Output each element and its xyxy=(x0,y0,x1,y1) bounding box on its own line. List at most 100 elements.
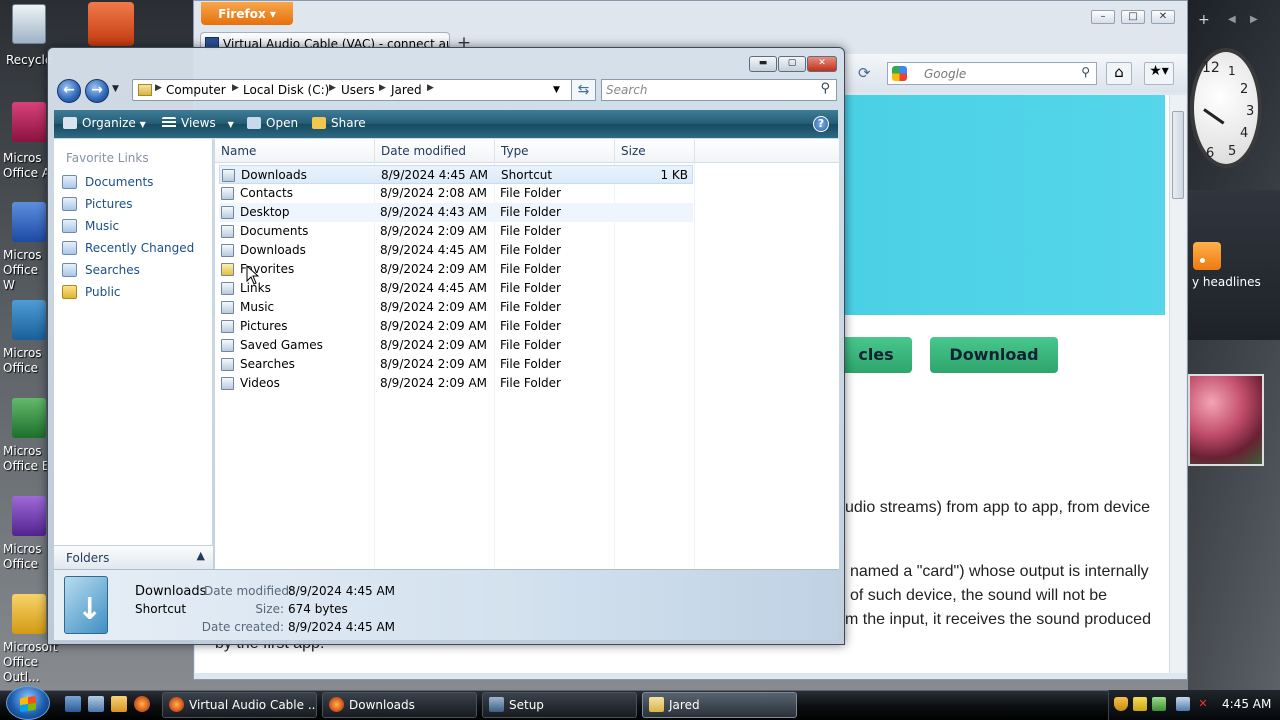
organize-button[interactable]: Organize ▼ xyxy=(63,116,146,130)
column-header-type[interactable]: Type xyxy=(501,144,529,158)
reload-icon[interactable]: ⟳ xyxy=(858,64,878,82)
file-row[interactable]: Documents 8/9/2024 2:09 AM File Folder xyxy=(219,222,693,241)
views-button[interactable]: Views ▼ xyxy=(162,116,234,130)
close-button[interactable]: ✕ xyxy=(807,56,837,72)
search-icon[interactable]: ⚲ xyxy=(1081,65,1090,79)
file-row[interactable]: Music 8/9/2024 2:09 AM File Folder xyxy=(219,298,693,317)
desktop-icon-recycle-bin[interactable]: Recycle xyxy=(0,0,52,70)
articles-button[interactable]: cles xyxy=(840,337,912,373)
minimize-button[interactable]: ▬ xyxy=(749,56,777,72)
open-label: Open xyxy=(266,116,299,130)
folders-label: Folders xyxy=(66,551,110,565)
file-row[interactable]: Pictures 8/9/2024 2:09 AM File Folder xyxy=(219,317,693,336)
volume-muted-icon[interactable]: ✕ xyxy=(1196,697,1210,711)
minimize-button[interactable]: – xyxy=(1091,10,1115,24)
forward-button[interactable]: → xyxy=(85,79,109,103)
file-row[interactable]: Desktop 8/9/2024 4:43 AM File Folder xyxy=(219,203,693,222)
file-row[interactable]: Favorites 8/9/2024 2:09 AM File Folder xyxy=(219,260,693,279)
column-header-size[interactable]: Size xyxy=(621,144,646,158)
taskbar-clock[interactable]: 4:45 AM xyxy=(1222,697,1271,711)
refresh-icon[interactable]: ⇆ xyxy=(571,79,596,101)
desktop-icon-office-access[interactable]: Micros Office A xyxy=(0,98,50,183)
desktop-icon-office-word[interactable]: Micros Office W xyxy=(0,198,48,292)
show-desktop-icon[interactable] xyxy=(65,696,81,712)
column-divider[interactable] xyxy=(494,139,495,163)
scrollbar-thumb[interactable] xyxy=(1172,111,1184,199)
favorite-link-recently-changed[interactable]: Recently Changed xyxy=(62,238,208,258)
share-button[interactable]: Share xyxy=(312,116,366,130)
page-scrollbar[interactable] xyxy=(1169,95,1186,673)
firefox-menu-button[interactable]: Firefox ▾ xyxy=(201,2,293,25)
file-name: Contacts xyxy=(240,186,293,200)
bookmarks-icon[interactable]: ★▾ xyxy=(1144,62,1174,85)
sidebar-add-icon[interactable]: + xyxy=(1198,12,1210,28)
taskbar-button-virtual-audio-cable[interactable]: Virtual Audio Cable ... xyxy=(162,692,317,718)
favorite-link-documents[interactable]: Documents xyxy=(62,172,208,192)
file-row[interactable]: Contacts 8/9/2024 2:08 AM File Folder xyxy=(219,184,693,203)
taskbar-button-downloads[interactable]: Downloads xyxy=(322,692,477,718)
favorite-link-music[interactable]: Music xyxy=(62,216,208,236)
office-onenote-icon xyxy=(12,496,46,536)
home-icon[interactable]: ⌂ xyxy=(1106,62,1132,85)
file-row[interactable]: Links 8/9/2024 4:45 AM File Folder xyxy=(219,279,693,298)
file-row[interactable]: Videos 8/9/2024 2:09 AM File Folder xyxy=(219,374,693,393)
download-button[interactable]: Download xyxy=(930,337,1058,373)
office-access-icon xyxy=(12,102,46,142)
open-button[interactable]: Open xyxy=(247,116,298,130)
desktop-shortcut-powerpoint-icon[interactable] xyxy=(88,2,134,46)
breadcrumb-users[interactable]: Users xyxy=(341,83,375,97)
close-button[interactable]: ✕ xyxy=(1151,10,1175,24)
favorite-link-pictures[interactable]: Pictures xyxy=(62,194,208,214)
feed-headlines-gadget[interactable]: y headlines xyxy=(1188,190,1280,340)
firefox-launch-icon[interactable] xyxy=(134,696,150,712)
views-icon xyxy=(162,117,176,129)
column-divider[interactable] xyxy=(694,139,695,163)
folders-toggle[interactable]: Folders ▲ xyxy=(54,545,213,569)
office-outlook-icon xyxy=(12,594,46,634)
switch-windows-icon[interactable] xyxy=(88,696,104,712)
file-row[interactable]: Saved Games 8/9/2024 2:09 AM File Folder xyxy=(219,336,693,355)
desktop-icon-office-onenote[interactable]: Micros Office xyxy=(0,492,48,577)
search-placeholder: Search xyxy=(606,83,648,97)
desktop-icon-office-publisher[interactable]: Micros Office xyxy=(0,296,48,381)
column-header-date-modified[interactable]: Date modified xyxy=(381,144,466,158)
network-icon[interactable] xyxy=(1176,697,1190,711)
file-date: 8/9/2024 2:08 AM xyxy=(380,186,488,200)
recent-pages-chevron-icon[interactable]: ▼ xyxy=(112,84,119,94)
sidebar-prev-icon[interactable]: ◀ xyxy=(1228,14,1236,25)
media-player-icon[interactable] xyxy=(111,696,127,712)
start-button[interactable] xyxy=(6,686,50,720)
safely-remove-icon[interactable] xyxy=(1152,697,1166,711)
desktop-icon-office-outlook[interactable]: Microsoft Office Outl... xyxy=(0,590,58,684)
address-bar[interactable]: ▶ Computer ▶ Local Disk (C:) ▶ Users ▶ J… xyxy=(132,79,594,101)
taskbar-button-setup[interactable]: Setup xyxy=(482,692,637,718)
security-shield-icon[interactable] xyxy=(1114,697,1128,711)
music-folder-icon xyxy=(221,301,234,314)
search-input[interactable]: Search ⚲ xyxy=(601,79,837,101)
breadcrumb-local-disk[interactable]: Local Disk (C:) xyxy=(243,83,329,97)
taskbar-button-jared[interactable]: Jared xyxy=(642,692,797,718)
update-icon[interactable] xyxy=(1133,697,1147,711)
column-header-name[interactable]: Name xyxy=(221,144,256,158)
favorite-link-public[interactable]: Public xyxy=(62,282,208,302)
back-button[interactable]: ← xyxy=(57,79,81,103)
sidebar-next-icon[interactable]: ▶ xyxy=(1250,14,1258,25)
breadcrumb-jared[interactable]: Jared xyxy=(391,83,422,97)
file-row[interactable]: Searches 8/9/2024 2:09 AM File Folder xyxy=(219,355,693,374)
favorite-link-searches[interactable]: Searches xyxy=(62,260,208,280)
column-divider[interactable] xyxy=(374,139,375,163)
desktop-icon-office-excel[interactable]: Micros Office E xyxy=(0,394,49,479)
search-icon[interactable]: ⚲ xyxy=(820,81,830,96)
slideshow-gadget[interactable] xyxy=(1188,374,1264,466)
file-row[interactable]: Downloads 8/9/2024 4:45 AM File Folder xyxy=(219,241,693,260)
column-divider[interactable] xyxy=(614,139,615,163)
breadcrumb-computer[interactable]: Computer xyxy=(166,83,226,97)
file-row[interactable]: Downloads 8/9/2024 4:45 AM Shortcut 1 KB xyxy=(219,165,693,184)
maximize-button[interactable]: □ xyxy=(1121,10,1145,24)
chevron-down-icon: ▼ xyxy=(227,120,234,129)
clock-gadget[interactable]: 12 1 2 3 4 5 6 xyxy=(1190,48,1266,172)
web-search-input[interactable]: Google ⚲ xyxy=(887,62,1097,85)
help-icon[interactable]: ? xyxy=(813,116,829,132)
maximize-button[interactable]: ▢ xyxy=(778,56,806,72)
address-dropdown-icon[interactable]: ▼ xyxy=(553,85,560,95)
